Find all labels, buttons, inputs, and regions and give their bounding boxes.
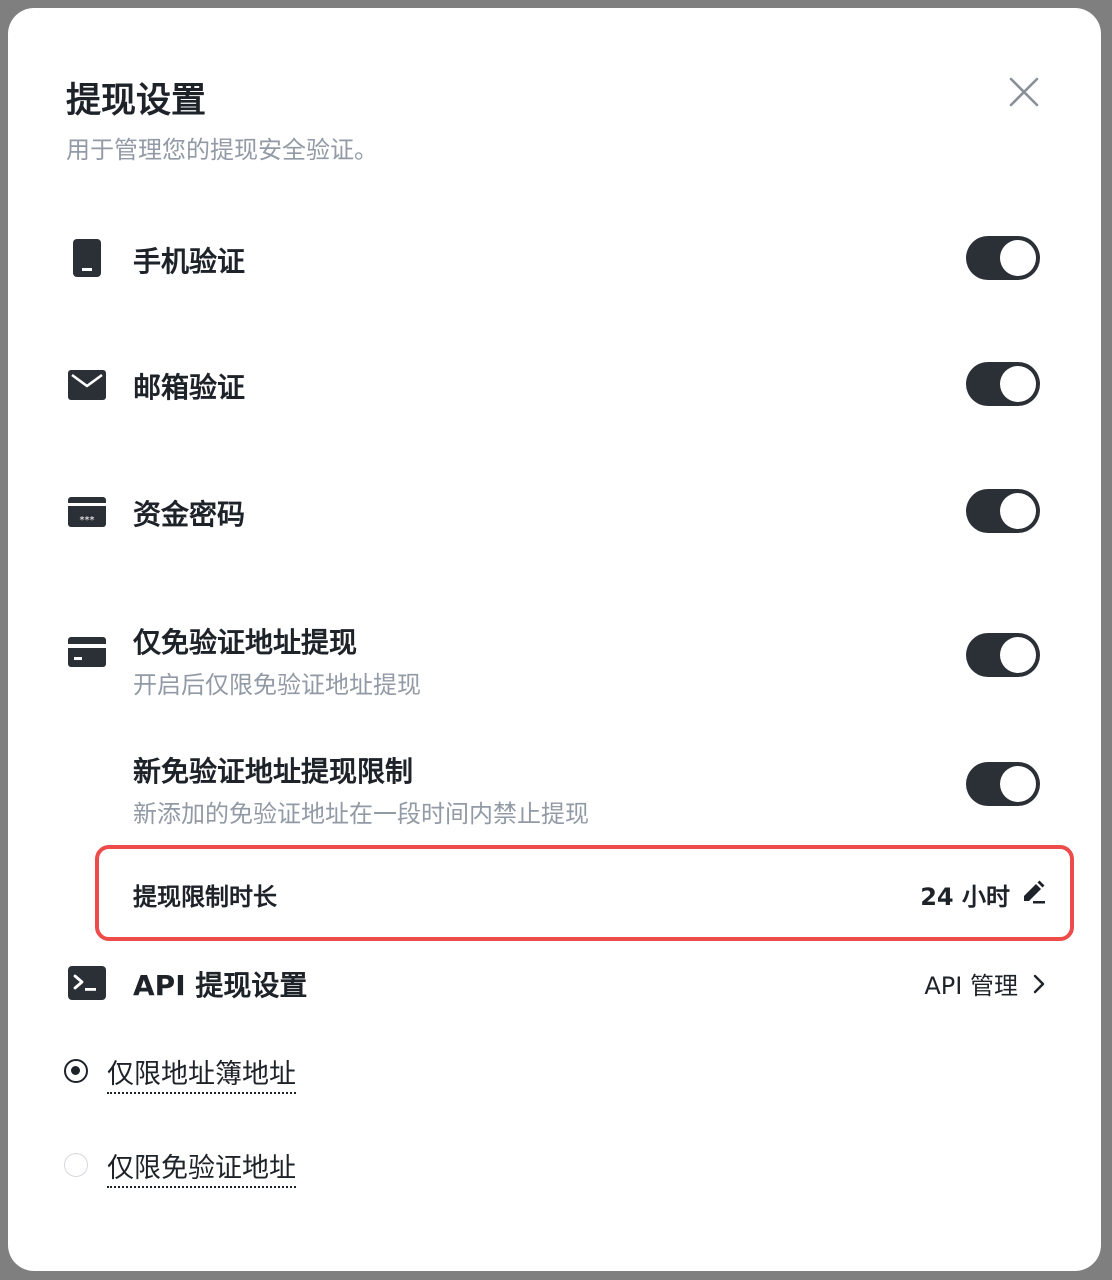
setting-label: 仅免验证地址提现 bbox=[133, 626, 358, 659]
setting-row-email: 邮箱验证 bbox=[66, 362, 1046, 406]
setting-row-phone: 手机验证 bbox=[66, 236, 1046, 280]
password-card-icon: *** bbox=[66, 491, 108, 533]
radio-label: 仅限免验证地址 bbox=[107, 1146, 296, 1188]
setting-row-fund-password: *** 资金密码 bbox=[66, 489, 1046, 533]
fund-password-toggle[interactable] bbox=[966, 489, 1040, 533]
withdraw-limit-duration-row: 提现限制时长 24 小时 bbox=[95, 845, 1074, 941]
phone-verification-toggle[interactable] bbox=[966, 236, 1040, 280]
setting-label: 手机验证 bbox=[133, 245, 246, 278]
radio-unselected[interactable] bbox=[64, 1153, 88, 1177]
close-icon[interactable] bbox=[1006, 74, 1042, 110]
mail-icon bbox=[66, 364, 108, 406]
chevron-right-icon bbox=[1032, 972, 1046, 1002]
setting-row-whitelist-only: 仅免验证地址提现 开启后仅限免验证地址提现 bbox=[66, 613, 1046, 699]
setting-label: 资金密码 bbox=[133, 498, 246, 531]
limit-duration-label: 提现限制时长 bbox=[133, 883, 277, 911]
api-settings-label: API 提现设置 bbox=[133, 969, 308, 1002]
radio-selected[interactable] bbox=[64, 1059, 88, 1083]
card-icon bbox=[66, 631, 108, 673]
email-verification-toggle[interactable] bbox=[966, 362, 1040, 406]
setting-row-new-address-limit: 新免验证地址提现限制 新添加的免验证地址在一段时间内禁止提现 bbox=[66, 742, 1046, 828]
svg-text:***: *** bbox=[80, 515, 95, 526]
whitelist-only-toggle[interactable] bbox=[966, 633, 1040, 677]
terminal-icon bbox=[66, 962, 108, 1004]
withdraw-settings-dialog: 提现设置 用于管理您的提现安全验证。 手机验证 邮箱验证 *** 资金密码 仅免… bbox=[8, 8, 1101, 1271]
api-management-label: API 管理 bbox=[924, 972, 1018, 1000]
edit-icon[interactable] bbox=[1020, 877, 1048, 905]
dialog-subtitle: 用于管理您的提现安全验证。 bbox=[66, 136, 378, 164]
new-address-limit-toggle[interactable] bbox=[966, 762, 1040, 806]
dialog-title: 提现设置 bbox=[66, 81, 207, 121]
setting-label: 新免验证地址提现限制 bbox=[133, 755, 414, 788]
setting-description: 新添加的免验证地址在一段时间内禁止提现 bbox=[133, 800, 589, 828]
limit-duration-value: 24 小时 bbox=[920, 883, 1010, 911]
radio-label: 仅限地址簿地址 bbox=[107, 1052, 296, 1094]
phone-icon bbox=[66, 238, 108, 280]
setting-label: 邮箱验证 bbox=[133, 371, 246, 404]
setting-description: 开启后仅限免验证地址提现 bbox=[133, 671, 421, 699]
api-management-link[interactable]: API 管理 bbox=[924, 966, 1046, 1002]
setting-row-api: API 提现设置 API 管理 bbox=[66, 960, 1046, 1004]
